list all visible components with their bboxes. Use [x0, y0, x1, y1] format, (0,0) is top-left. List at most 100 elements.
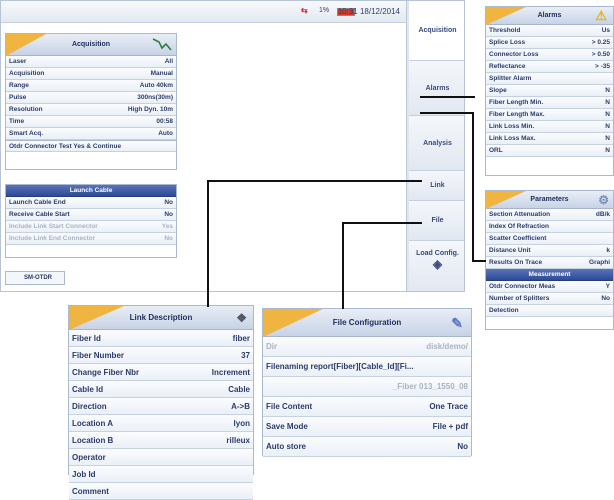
row-label: Change Fiber Nbr — [72, 368, 140, 377]
acquisition-row[interactable]: Resolution High Dyn. 10m — [6, 104, 176, 116]
row-label: Pulse — [9, 94, 27, 101]
file-configuration-title: File Configuration — [332, 318, 402, 327]
settings-icon: ⚙ — [598, 193, 609, 207]
callout-line-file — [342, 222, 422, 224]
measurement-row[interactable]: Otdr Connector Meas Y — [486, 281, 613, 293]
row-value: All — [164, 58, 173, 65]
file-icon: ✎ — [451, 315, 463, 331]
file-row[interactable]: Save Mode File + pdf — [263, 417, 471, 437]
alarm-row[interactable]: Fiber Length Max. N — [486, 109, 613, 121]
tab-link[interactable]: Link — [409, 171, 464, 201]
acquisition-row[interactable]: Time 00:58 — [6, 116, 176, 128]
dir-row[interactable]: Dir disk/demo/ — [263, 337, 471, 357]
row-label: Scatter Coefficient — [489, 235, 547, 242]
acquisition-row[interactable]: Laser All — [6, 56, 176, 68]
row-label: Detection — [489, 307, 519, 314]
row-value: Auto — [158, 130, 173, 137]
link-row[interactable]: Fiber Number 37 — [69, 347, 253, 364]
tab-analysis[interactable]: Analysis — [409, 116, 464, 171]
link-row[interactable]: Fiber Id fiber — [69, 330, 253, 347]
callout-line-link-v — [207, 180, 209, 307]
tab-acquisition[interactable]: Acquisition — [409, 1, 464, 61]
alarm-row[interactable]: Slope N — [486, 85, 613, 97]
tab-file[interactable]: File — [409, 201, 464, 241]
row-value: Graphi — [589, 259, 610, 266]
load-config-icon: ◈ — [432, 257, 443, 271]
row-label: Section Attenuation — [489, 211, 551, 218]
row-value: N — [605, 87, 610, 94]
row-value: N — [605, 147, 610, 154]
alarm-row[interactable]: Threshold Us — [486, 25, 613, 37]
row-label: Save Mode — [266, 422, 308, 431]
parameter-row[interactable]: Distance Unit k — [486, 245, 613, 257]
callout-line-analysis — [420, 112, 474, 114]
alarm-row[interactable]: Splitter Alarm — [486, 73, 613, 85]
alarm-row[interactable]: Splice Loss > 0.25 — [486, 37, 613, 49]
alarm-row[interactable]: ORL N — [486, 145, 613, 157]
file-row[interactable]: File Content One Trace — [263, 397, 471, 417]
parameter-row[interactable]: Section Attenuation dB/k — [486, 209, 613, 221]
row-label: ORL — [489, 147, 503, 154]
row-value: 300ns(30m) — [137, 94, 173, 101]
alarms-panel: Alarms ⚠ Threshold Us Splice Loss > 0.25 Con… — [485, 6, 614, 176]
warning-icon: ⚠ — [595, 8, 607, 23]
row-label: Smart Acq. — [9, 130, 44, 137]
row-value: k — [606, 247, 610, 254]
alarm-row[interactable]: Connector Loss > 0.50 — [486, 49, 613, 61]
row-label: Laser — [9, 58, 27, 65]
launch-cable-row[interactable]: Launch Cable End No — [6, 197, 176, 209]
acquisition-row[interactable]: Pulse 300ns(30m) — [6, 92, 176, 104]
row-label: Splitter Alarm — [489, 75, 532, 82]
row-value: > 0.50 — [591, 51, 610, 58]
acquisition-row[interactable]: Range Auto 40km — [6, 80, 176, 92]
link-row[interactable]: Change Fiber Nbr Increment — [69, 364, 253, 381]
link-row[interactable]: Comment — [69, 483, 253, 500]
acquisition-panel: Acquisition Laser All Acquisition Manual Ran… — [5, 33, 177, 170]
measurement-row[interactable]: Number of Splitters No — [486, 293, 613, 305]
tab-alarms[interactable]: Alarms — [409, 61, 464, 116]
acquisition-row[interactable]: Acquisition Manual — [6, 68, 176, 80]
row-label: Number of Splitters — [489, 295, 550, 302]
alarm-row[interactable]: Reflectance > -35 — [486, 61, 613, 73]
file-configuration-header: File Configuration ✎ — [263, 309, 471, 337]
alarm-row[interactable]: Link Loss Min. N — [486, 121, 613, 133]
filenaming-row[interactable]: Filenaming report[Fiber][Cable_Id][Fi... — [263, 357, 471, 377]
launch-cable-row[interactable]: Receive Cable Start No — [6, 209, 176, 221]
launch-cable-row[interactable]: Include Link End Connector No — [6, 233, 176, 245]
row-label: File Content — [266, 402, 313, 411]
parameter-row[interactable]: Results On Trace Graphi — [486, 257, 613, 269]
link-row[interactable]: Operator — [69, 449, 253, 466]
sm-otdr-tab[interactable]: SM-OTDR — [5, 271, 65, 285]
row-label: Slope — [489, 87, 507, 94]
callout-line-analysis-h — [472, 260, 486, 262]
row-label: Time — [9, 118, 25, 125]
row-label: Cable Id — [72, 385, 104, 394]
row-value: dB/k — [595, 211, 610, 218]
launch-cable-panel: Launch Cable Launch Cable End No Receive C… — [5, 184, 177, 258]
link-row[interactable]: Location B rilleux — [69, 432, 253, 449]
link-description-title: Link Description — [129, 313, 193, 322]
file-row[interactable]: Auto store No — [263, 437, 471, 457]
alarms-title: Alarms — [537, 12, 562, 19]
link-row[interactable]: Location A lyon — [69, 415, 253, 432]
acquisition-row[interactable]: Smart Acq. Auto — [6, 128, 176, 140]
callout-line-file-v — [342, 222, 344, 309]
parameter-row[interactable]: Scatter Coefficient — [486, 233, 613, 245]
launch-cable-row[interactable]: Include Link Start Connector Yes — [6, 221, 176, 233]
row-label: Link Loss Max. — [489, 135, 536, 142]
row-value: No — [601, 295, 610, 302]
parameter-row[interactable]: Index Of Refraction — [486, 221, 613, 233]
row-value: No — [457, 442, 468, 451]
row-value: A->B — [231, 402, 250, 411]
parameters-header: Parameters ⚙ — [486, 191, 613, 209]
tab-load-config[interactable]: Load Config. ◈ — [409, 241, 464, 291]
row-label: Comment — [72, 487, 109, 496]
link-row[interactable]: Direction A->B — [69, 398, 253, 415]
header-accent — [6, 34, 46, 56]
alarm-row[interactable]: Link Loss Max. N — [486, 133, 613, 145]
row-label: Launch Cable End — [9, 199, 66, 206]
alarm-row[interactable]: Fiber Length Min. N — [486, 97, 613, 109]
otdr-connector-test-row[interactable]: Otdr Connector Test Yes & Continue — [6, 140, 176, 152]
measurement-row[interactable]: Detection — [486, 305, 613, 317]
link-row[interactable]: Cable Id Cable — [69, 381, 253, 398]
